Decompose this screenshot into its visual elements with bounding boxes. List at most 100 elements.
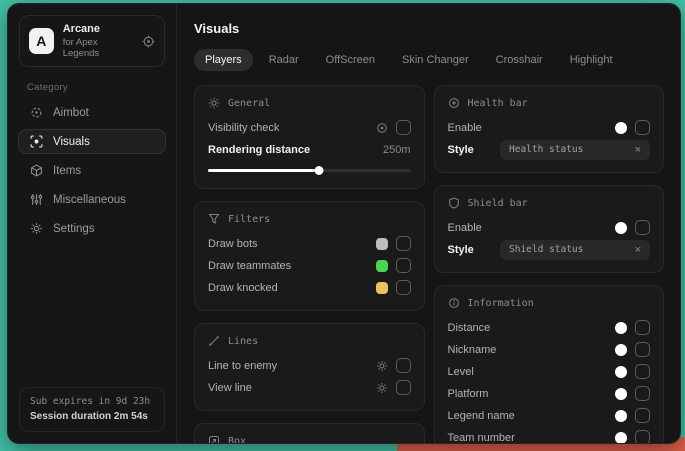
row-controls: [615, 364, 650, 379]
sidebar-item-aimbot[interactable]: Aimbot: [18, 100, 166, 125]
row-label: Legend name: [448, 410, 515, 422]
color-swatch[interactable]: [615, 222, 627, 234]
shield-enable-checkbox[interactable]: [635, 220, 650, 235]
color-swatch[interactable]: [615, 122, 627, 134]
sidebar-item-visuals[interactable]: Visuals: [18, 129, 166, 154]
subscription-card: Sub expires in 9d 23h Session duration 2…: [19, 387, 165, 432]
row-label: Line to enemy: [208, 360, 277, 372]
lines-card-header: Lines: [208, 335, 411, 347]
draw-knocked-checkbox[interactable]: [396, 280, 411, 295]
row-label: Visibility check: [208, 122, 279, 134]
left-column: General Visibility check: [194, 85, 425, 443]
information-card-header: Information: [448, 297, 651, 309]
sidebar-item-items[interactable]: Items: [18, 158, 166, 183]
box-icon: [208, 435, 220, 443]
info-legend-name-row: Legend name: [448, 405, 651, 426]
tab-players[interactable]: Players: [194, 49, 253, 71]
row-label: Enable: [448, 122, 482, 134]
line-to-enemy-checkbox[interactable]: [396, 358, 411, 373]
info-distance-checkbox[interactable]: [635, 320, 650, 335]
gear-icon[interactable]: [376, 382, 388, 394]
row-controls: [376, 358, 411, 373]
filters-card-header: Filters: [208, 213, 411, 225]
color-swatch[interactable]: [376, 260, 388, 272]
clear-icon[interactable]: ×: [635, 244, 641, 256]
session-duration-text: Session duration 2m 54s: [30, 411, 154, 422]
sidebar: A Arcane for Apex Legends Category Aimbo…: [8, 4, 177, 443]
row-controls: [376, 236, 411, 251]
row-controls: [615, 220, 650, 235]
color-swatch[interactable]: [615, 432, 627, 444]
row-label: Rendering distance: [208, 144, 310, 156]
select-value: Shield status: [509, 244, 583, 255]
info-team-number-row: Team number: [448, 427, 651, 443]
health-icon: [448, 97, 460, 109]
row-controls: [376, 258, 411, 273]
tab-offscreen[interactable]: OffScreen: [315, 49, 386, 71]
gear-icon[interactable]: [376, 360, 388, 372]
health-style-select[interactable]: Health status ×: [500, 140, 650, 160]
info-level-checkbox[interactable]: [635, 364, 650, 379]
row-controls: [615, 120, 650, 135]
draw-teammates-row: Draw teammates: [208, 255, 411, 276]
row-label: Nickname: [448, 344, 497, 356]
tab-highlight[interactable]: Highlight: [559, 49, 624, 71]
color-swatch[interactable]: [376, 282, 388, 294]
rendering-distance-row: Rendering distance 250m: [208, 139, 411, 160]
info-team-number-checkbox[interactable]: [635, 430, 650, 443]
tab-skin-changer[interactable]: Skin Changer: [391, 49, 480, 71]
line-to-enemy-row: Line to enemy: [208, 355, 411, 376]
health-enable-checkbox[interactable]: [635, 120, 650, 135]
row-label: Platform: [448, 388, 489, 400]
visibility-check-checkbox[interactable]: [396, 120, 411, 135]
shield-style-select[interactable]: Shield status ×: [500, 240, 650, 260]
target-icon[interactable]: [142, 35, 155, 48]
crosshair-icon: [29, 106, 43, 119]
row-controls: [376, 120, 411, 135]
brand-text: Arcane for Apex Legends: [63, 23, 133, 59]
draw-bots-checkbox[interactable]: [396, 236, 411, 251]
info-nickname-checkbox[interactable]: [635, 342, 650, 357]
color-swatch[interactable]: [615, 410, 627, 422]
category-section-label: Category: [27, 82, 157, 93]
shield-icon: [448, 197, 460, 209]
slider-fill: [208, 169, 319, 172]
sidebar-item-miscellaneous[interactable]: Miscellaneous: [18, 187, 166, 212]
tab-radar[interactable]: Radar: [258, 49, 310, 71]
color-swatch[interactable]: [615, 366, 627, 378]
row-label: Enable: [448, 222, 482, 234]
info-platform-checkbox[interactable]: [635, 386, 650, 401]
row-controls: [376, 280, 411, 295]
main-content: Visuals Players Radar OffScreen Skin Cha…: [177, 4, 680, 443]
row-controls: [615, 408, 650, 423]
color-swatch[interactable]: [615, 322, 627, 334]
scan-eye-icon: [29, 135, 43, 148]
color-swatch[interactable]: [376, 238, 388, 250]
row-controls: [615, 430, 650, 443]
row-label: Team number: [448, 432, 515, 444]
tab-crosshair[interactable]: Crosshair: [485, 49, 554, 71]
card-title: Lines: [228, 336, 258, 347]
color-swatch[interactable]: [615, 344, 627, 356]
box-card: Box Enable Enable background: [194, 423, 425, 443]
sidebar-item-label: Items: [53, 165, 81, 177]
card-columns: General Visibility check: [194, 85, 664, 443]
health-style-row: Style Health status ×: [448, 139, 651, 160]
clear-icon[interactable]: ×: [635, 144, 641, 156]
draw-bots-row: Draw bots: [208, 233, 411, 254]
slider-thumb[interactable]: [315, 166, 324, 175]
view-line-checkbox[interactable]: [396, 380, 411, 395]
row-label: Draw bots: [208, 238, 258, 250]
rendering-distance-slider[interactable]: [208, 165, 411, 176]
sidebar-item-settings[interactable]: Settings: [18, 216, 166, 241]
card-title: Filters: [228, 214, 270, 225]
health-bar-card-header: Health bar: [448, 97, 651, 109]
info-icon: [448, 297, 460, 309]
color-swatch[interactable]: [615, 388, 627, 400]
info-legend-name-checkbox[interactable]: [635, 408, 650, 423]
sidebar-spacer: [8, 243, 176, 377]
app-brand: A Arcane for Apex Legends: [19, 15, 165, 67]
eye-icon[interactable]: [376, 122, 388, 134]
draw-teammates-checkbox[interactable]: [396, 258, 411, 273]
app-name: Arcane: [63, 23, 133, 35]
